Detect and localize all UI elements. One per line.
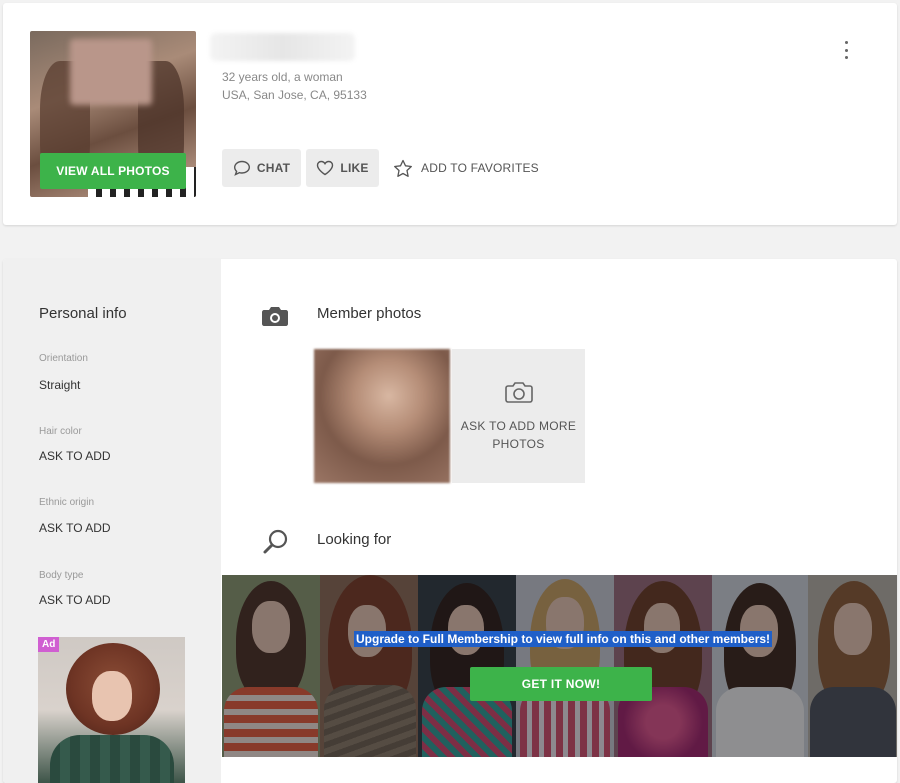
chat-button[interactable]: CHAT (222, 149, 301, 187)
chat-label: CHAT (256, 161, 291, 175)
upgrade-message: Upgrade to Full Membership to view full … (354, 631, 773, 647)
body-type-label: Body type (39, 570, 84, 581)
body-type-ask-link[interactable]: ASK TO ADD (39, 593, 111, 607)
orientation-value: Straight (39, 378, 81, 392)
looking-for-title: Looking for (317, 531, 392, 548)
upgrade-banner: Upgrade to Full Membership to view full … (222, 575, 897, 757)
ethnic-origin-label: Ethnic origin (39, 497, 95, 508)
view-all-photos-button[interactable]: VIEW ALL PHOTOS (40, 153, 186, 189)
profile-details-card: Personal info Orientation Straight Hair … (3, 259, 897, 783)
member-photo-thumbnail[interactable] (314, 349, 450, 483)
personal-info-sidebar: Personal info Orientation Straight Hair … (3, 259, 221, 783)
hair-color-label: Hair color (39, 426, 82, 437)
profile-location: USA, San Jose, CA, 95133 (222, 88, 367, 102)
profile-age-gender: 32 years old, a woman (222, 70, 343, 84)
get-it-now-button[interactable]: GET IT NOW! (470, 667, 652, 701)
add-to-favorites-button[interactable]: ADD TO FAVORITES (393, 149, 539, 187)
chat-bubble-icon (233, 160, 250, 176)
advertisement-image[interactable]: Ad (38, 637, 185, 783)
like-label: LIKE (340, 161, 369, 175)
profile-photo[interactable]: VIEW ALL PHOTOS (30, 31, 196, 197)
personal-info-title: Personal info (39, 305, 127, 322)
ethnic-origin-ask-link[interactable]: ASK TO ADD (39, 521, 111, 535)
search-icon (263, 529, 288, 554)
orientation-label: Orientation (39, 353, 88, 364)
more-vertical-icon[interactable] (841, 41, 851, 59)
camera-icon (504, 382, 533, 403)
profile-name-blurred (210, 33, 355, 61)
star-icon (394, 159, 412, 177)
member-photos-title: Member photos (317, 305, 422, 322)
profile-header-card: VIEW ALL PHOTOS 32 years old, a woman US… (3, 3, 897, 225)
heart-icon (317, 160, 334, 176)
ad-badge: Ad (38, 637, 60, 652)
ask-more-photos-button[interactable]: ASK TO ADD MORE PHOTOS (452, 349, 585, 483)
ask-more-photos-label: ASK TO ADD MORE PHOTOS (460, 419, 577, 451)
like-button[interactable]: LIKE (306, 149, 379, 187)
favorites-label: ADD TO FAVORITES (421, 161, 539, 175)
camera-icon (262, 307, 288, 326)
hair-color-ask-link[interactable]: ASK TO ADD (39, 449, 111, 463)
